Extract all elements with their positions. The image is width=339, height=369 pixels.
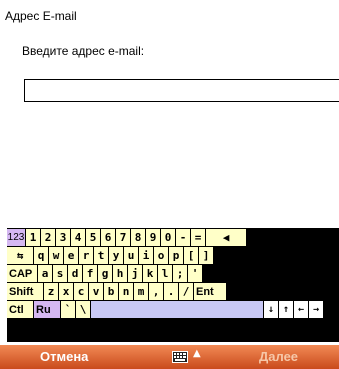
key-backtick[interactable]: ` xyxy=(61,301,75,318)
key-arrow-up[interactable]: ↑ xyxy=(279,301,293,318)
key-x[interactable]: x xyxy=(59,283,73,300)
key-6[interactable]: 6 xyxy=(101,229,115,246)
key-language-ru[interactable]: Ru xyxy=(34,301,60,318)
key-c[interactable]: c xyxy=(74,283,88,300)
key-s[interactable]: s xyxy=(53,265,67,282)
key-a[interactable]: a xyxy=(38,265,52,282)
key-right-bracket[interactable]: ] xyxy=(199,247,213,264)
input-panel-arrow-icon[interactable]: ▲ xyxy=(193,348,201,359)
key-period[interactable]: . xyxy=(164,283,178,300)
on-screen-keyboard: 123 1 2 3 4 5 6 7 8 9 0 - = ◀ ⇆ q w e r … xyxy=(7,228,339,342)
key-minus[interactable]: - xyxy=(176,229,190,246)
key-left-bracket[interactable]: [ xyxy=(184,247,198,264)
key-i[interactable]: i xyxy=(139,247,153,264)
key-equals[interactable]: = xyxy=(191,229,205,246)
key-f[interactable]: f xyxy=(83,265,97,282)
key-ctrl[interactable]: Ctl xyxy=(7,301,33,318)
key-semicolon[interactable]: ; xyxy=(173,265,187,282)
key-1[interactable]: 1 xyxy=(26,229,40,246)
email-prompt-label: Введите адрес e-mail: xyxy=(22,44,145,58)
key-q[interactable]: q xyxy=(34,247,48,264)
key-7[interactable]: 7 xyxy=(116,229,130,246)
section-title: Адрес E-mail xyxy=(5,9,77,23)
key-z[interactable]: z xyxy=(44,283,58,300)
key-4[interactable]: 4 xyxy=(71,229,85,246)
key-d[interactable]: d xyxy=(68,265,82,282)
key-o[interactable]: o xyxy=(154,247,168,264)
key-3[interactable]: 3 xyxy=(56,229,70,246)
key-slash[interactable]: / xyxy=(179,283,193,300)
key-comma[interactable]: , xyxy=(149,283,163,300)
key-y[interactable]: y xyxy=(109,247,123,264)
next-softkey[interactable]: Далее xyxy=(259,349,298,364)
key-l[interactable]: l xyxy=(158,265,172,282)
key-123[interactable]: 123 xyxy=(7,229,25,246)
key-caps-lock[interactable]: CAP xyxy=(7,265,37,282)
key-backspace[interactable]: ◀ xyxy=(206,229,246,246)
key-enter[interactable]: Ent xyxy=(194,283,226,300)
key-8[interactable]: 8 xyxy=(131,229,145,246)
key-v[interactable]: v xyxy=(89,283,103,300)
cancel-softkey[interactable]: Отмена xyxy=(40,349,88,364)
key-p[interactable]: p xyxy=(169,247,183,264)
key-h[interactable]: h xyxy=(113,265,127,282)
key-b[interactable]: b xyxy=(104,283,118,300)
key-9[interactable]: 9 xyxy=(146,229,160,246)
key-r[interactable]: r xyxy=(79,247,93,264)
key-arrow-left[interactable]: ← xyxy=(294,301,308,318)
key-w[interactable]: w xyxy=(49,247,63,264)
key-n[interactable]: n xyxy=(119,283,133,300)
key-t[interactable]: t xyxy=(94,247,108,264)
key-m[interactable]: m xyxy=(134,283,148,300)
key-space[interactable] xyxy=(91,301,263,318)
email-input[interactable] xyxy=(24,79,339,102)
softkey-bar: Отмена ▲ Далее xyxy=(0,345,339,369)
key-u[interactable]: u xyxy=(124,247,138,264)
key-arrow-right[interactable]: → xyxy=(309,301,323,318)
key-apostrophe[interactable]: ' xyxy=(188,265,202,282)
key-j[interactable]: j xyxy=(128,265,142,282)
key-tab[interactable]: ⇆ xyxy=(7,247,33,264)
key-g[interactable]: g xyxy=(98,265,112,282)
key-backslash[interactable]: \ xyxy=(76,301,90,318)
key-5[interactable]: 5 xyxy=(86,229,100,246)
key-arrow-down[interactable]: ↓ xyxy=(264,301,278,318)
key-2[interactable]: 2 xyxy=(41,229,55,246)
keyboard-icon[interactable] xyxy=(172,351,188,363)
key-shift[interactable]: Shift xyxy=(7,283,43,300)
key-0[interactable]: 0 xyxy=(161,229,175,246)
key-k[interactable]: k xyxy=(143,265,157,282)
key-e[interactable]: e xyxy=(64,247,78,264)
